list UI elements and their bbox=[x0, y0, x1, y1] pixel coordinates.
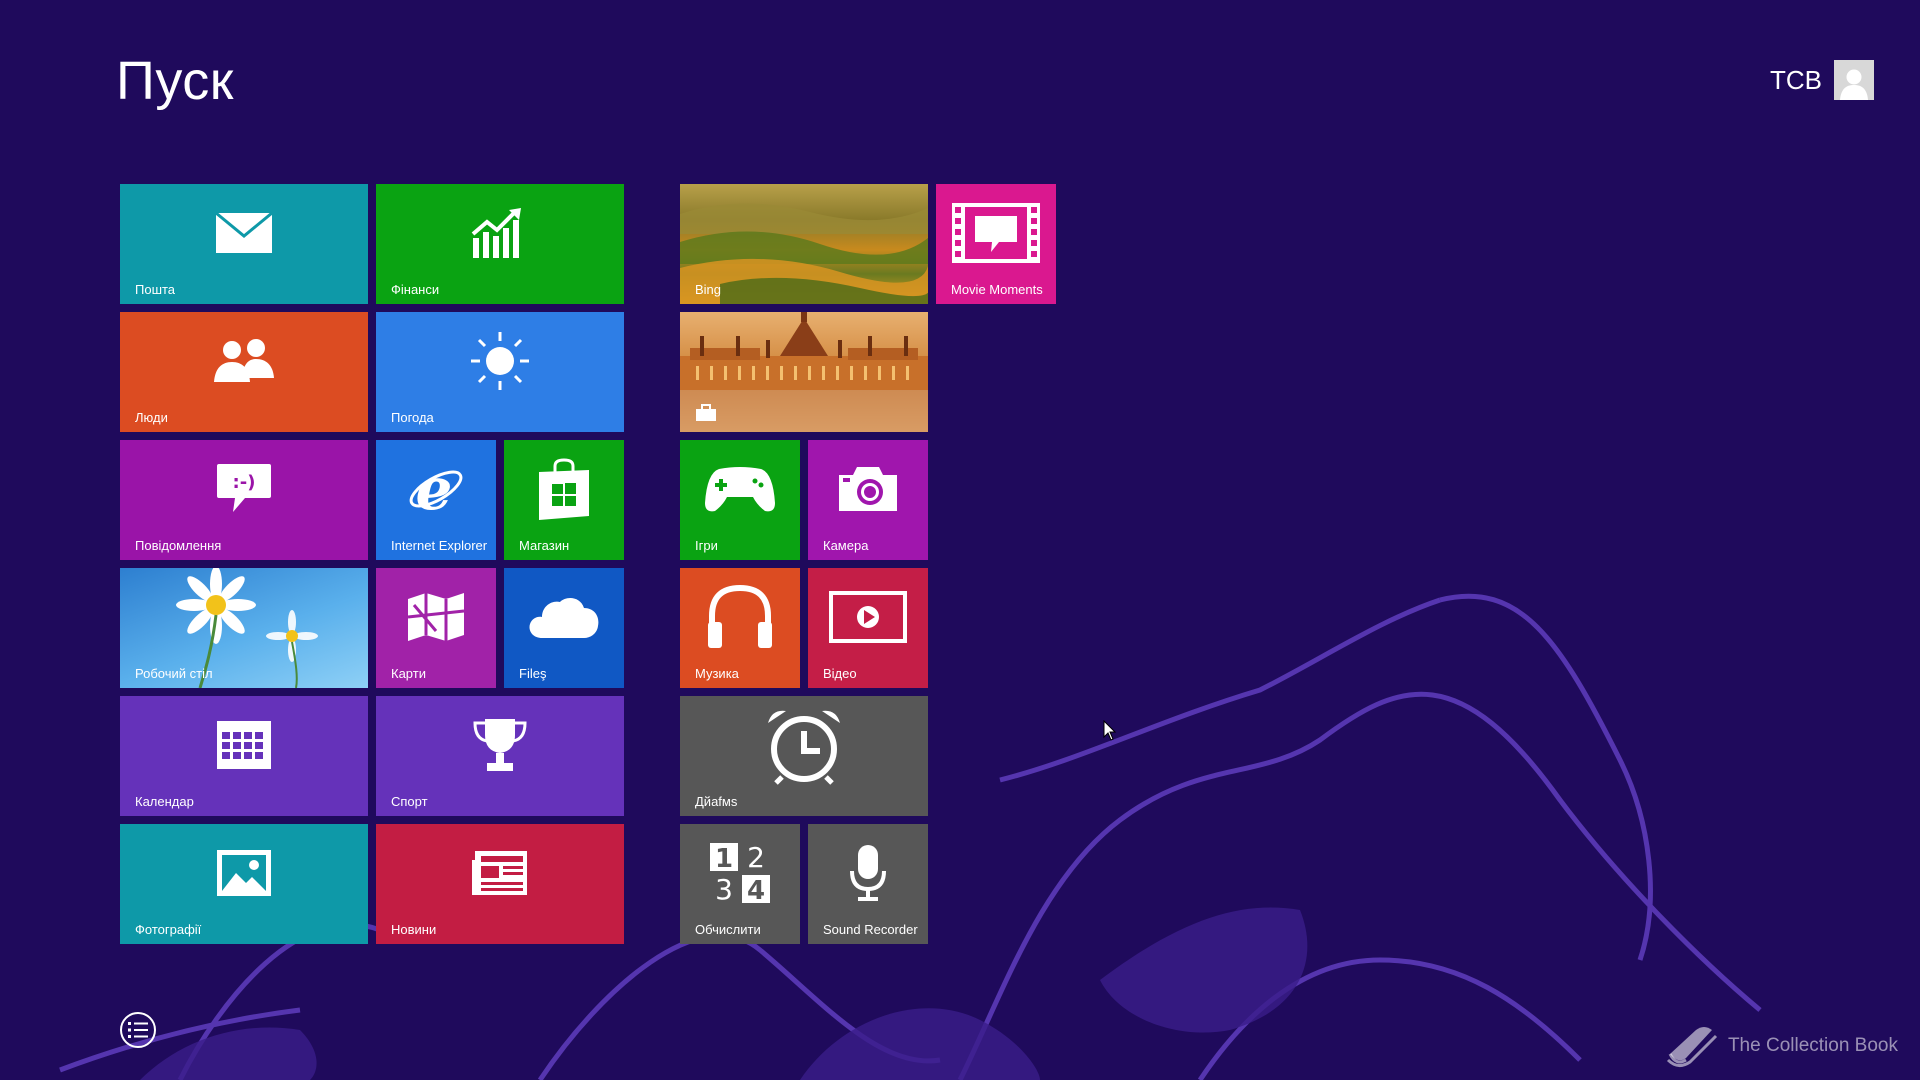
svg-text:2: 2 bbox=[747, 841, 765, 874]
chart-icon bbox=[471, 208, 521, 258]
tile-label: Internet Explorer bbox=[391, 538, 488, 553]
calculator-icon: 1 23 4 bbox=[710, 841, 770, 905]
tile-alarms[interactable]: Дйafмs bbox=[680, 696, 928, 816]
tile-bing[interactable]: Bing bbox=[680, 184, 928, 304]
camera-icon bbox=[839, 467, 897, 511]
tile-label: Ігри bbox=[695, 538, 718, 553]
tile-label: Bing bbox=[695, 282, 722, 297]
tile-label: Погода bbox=[391, 410, 434, 425]
tile-label: Sound Recorder bbox=[823, 922, 918, 937]
tile-label: Новини bbox=[391, 922, 437, 937]
tile-travel[interactable] bbox=[680, 312, 928, 432]
user-account[interactable]: TCB bbox=[1770, 60, 1874, 100]
list-icon bbox=[128, 1022, 148, 1038]
svg-text:e: e bbox=[416, 459, 453, 519]
tile-sound-recorder[interactable]: Sound Recorder bbox=[808, 824, 928, 944]
tile-video[interactable]: Відео bbox=[808, 568, 928, 688]
tile-label: Робочий стіл bbox=[135, 666, 213, 681]
watermark-text: The Collection Book bbox=[1727, 1035, 1898, 1056]
trophy-icon bbox=[473, 719, 527, 771]
mouse-cursor-icon bbox=[1103, 720, 1117, 741]
book-icon bbox=[1666, 1027, 1718, 1067]
store-icon bbox=[539, 458, 589, 520]
tile-files[interactable]: Fileş bbox=[504, 568, 624, 688]
sun-icon bbox=[471, 332, 529, 390]
photo-icon bbox=[217, 850, 271, 896]
tile-label: Fileş bbox=[519, 666, 547, 681]
mail-icon bbox=[215, 212, 273, 253]
tile-finance[interactable]: Фінанси bbox=[376, 184, 624, 304]
tile-desktop[interactable]: Робочий стіл bbox=[120, 568, 368, 688]
tile-label: Відео bbox=[823, 666, 857, 681]
cloud-icon bbox=[529, 598, 599, 638]
tile-photos[interactable]: Фотографії bbox=[120, 824, 368, 944]
tile-label: Дйafмs bbox=[695, 794, 738, 809]
tile-label: Повідомлення bbox=[135, 538, 222, 553]
svg-text:1: 1 bbox=[715, 844, 733, 874]
tile-label: Камера bbox=[823, 538, 869, 553]
tile-label: Музика bbox=[695, 666, 739, 681]
tile-messaging[interactable]: :-) Повідомлення bbox=[120, 440, 368, 560]
tile-label: Пошта bbox=[135, 282, 176, 297]
tile-label: Обчислити bbox=[695, 922, 761, 937]
tile-calendar[interactable]: Календар bbox=[120, 696, 368, 816]
tile-maps[interactable]: Карти bbox=[376, 568, 496, 688]
parliament-image bbox=[680, 312, 928, 432]
tile-camera[interactable]: Камера bbox=[808, 440, 928, 560]
svg-text:4: 4 bbox=[747, 876, 765, 905]
tile-mail[interactable]: Пошта bbox=[120, 184, 368, 304]
tile-label: Магазин bbox=[519, 538, 570, 553]
tile-movie-moments[interactable]: Movie Moments bbox=[936, 184, 1056, 304]
svg-text::-): :-) bbox=[233, 472, 256, 493]
film-icon bbox=[952, 203, 1040, 263]
gamepad-icon bbox=[705, 467, 775, 512]
tile-people[interactable]: Люди bbox=[120, 312, 368, 432]
news-icon bbox=[472, 851, 527, 895]
chat-icon: :-) bbox=[217, 464, 271, 512]
tile-news[interactable]: Новини bbox=[376, 824, 624, 944]
calendar-icon bbox=[217, 721, 271, 769]
tile-store[interactable]: Магазин bbox=[504, 440, 624, 560]
tile-label: Спорт bbox=[391, 794, 428, 809]
tile-label: Календар bbox=[135, 794, 194, 809]
tile-label: Люди bbox=[135, 410, 168, 425]
svg-text:3: 3 bbox=[715, 873, 733, 905]
people-icon bbox=[214, 339, 274, 382]
microphone-icon bbox=[850, 845, 886, 901]
tile-weather[interactable]: Погода bbox=[376, 312, 624, 432]
avatar[interactable] bbox=[1834, 60, 1874, 100]
headphones-icon bbox=[708, 584, 772, 648]
tile-label: Movie Moments bbox=[951, 282, 1043, 297]
briefcase-icon bbox=[696, 404, 716, 421]
tile-internet-explorer[interactable]: e Internet Explorer bbox=[376, 440, 496, 560]
user-name: TCB bbox=[1770, 64, 1822, 95]
tile-games[interactable]: Ігри bbox=[680, 440, 800, 560]
map-icon bbox=[407, 593, 465, 641]
watermark: The Collection Book bbox=[1666, 1024, 1898, 1068]
internet-explorer-icon: e bbox=[409, 459, 463, 519]
tile-sport[interactable]: Спорт bbox=[376, 696, 624, 816]
tile-music[interactable]: Музика bbox=[680, 568, 800, 688]
page-title: Пуск bbox=[116, 51, 234, 111]
user-icon bbox=[1840, 69, 1868, 100]
tile-calculator[interactable]: 1234 Обчислити bbox=[680, 824, 800, 944]
alarm-clock-icon bbox=[768, 710, 840, 785]
tile-label: Фінанси bbox=[391, 282, 440, 297]
all-apps-button[interactable] bbox=[120, 1012, 156, 1048]
tile-label: Фотографії bbox=[135, 922, 202, 937]
tile-label: Карти bbox=[391, 666, 426, 681]
start-screen: Пуск TCB Пошта Фінанси Люди Погода :-) П… bbox=[0, 0, 1920, 1080]
video-icon bbox=[829, 591, 907, 643]
